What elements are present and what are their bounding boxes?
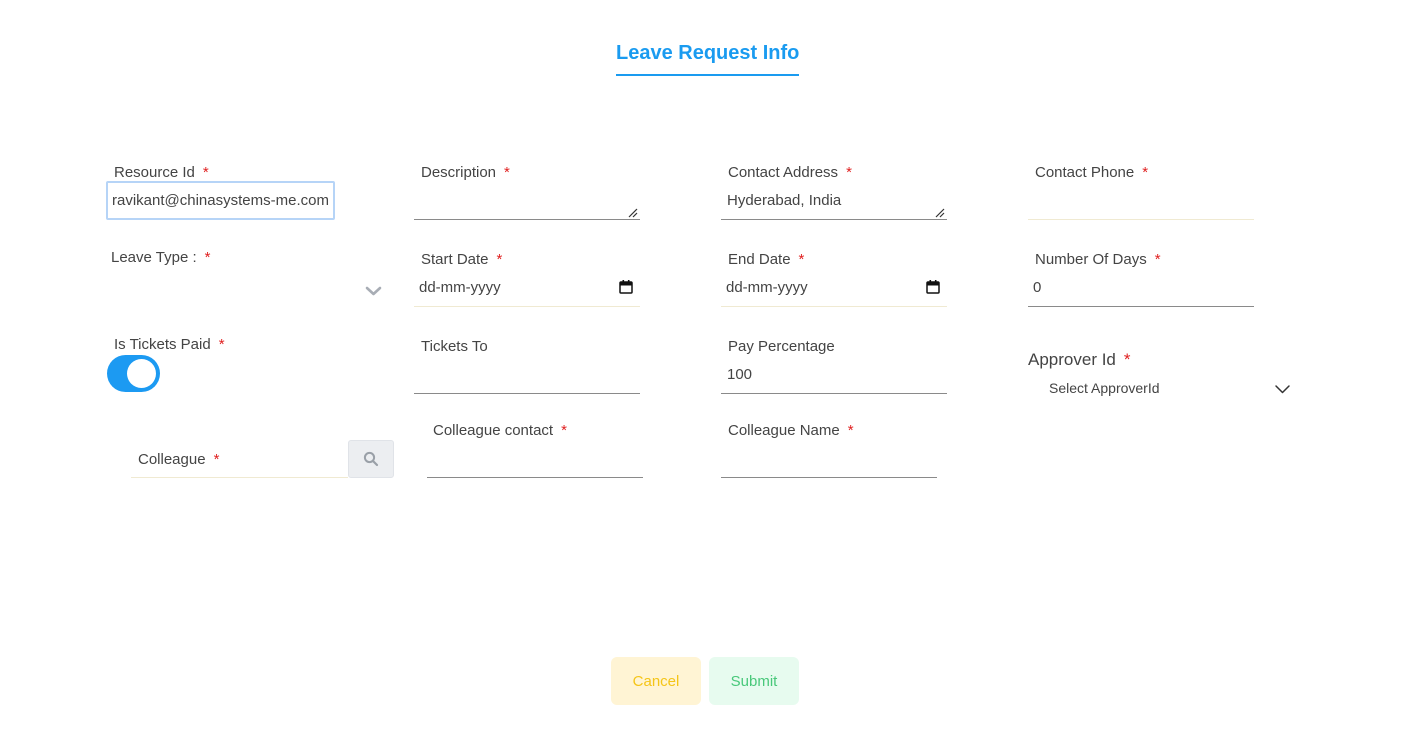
required-marker: * — [846, 164, 852, 181]
is-tickets-paid-toggle[interactable] — [107, 355, 160, 392]
required-marker: * — [496, 251, 503, 268]
chevron-down-icon[interactable] — [1274, 384, 1291, 395]
end-date-input[interactable]: dd-mm-yyyy — [726, 279, 808, 296]
approver-id-label: Approver Id * — [1028, 350, 1131, 369]
colleague-contact-label: Colleague contact * — [433, 422, 567, 439]
resource-id-value: ravikant@chinasystems-me.com — [112, 192, 329, 209]
calendar-icon[interactable] — [926, 280, 940, 294]
chevron-down-icon[interactable] — [365, 286, 382, 297]
colleague-input[interactable] — [131, 477, 348, 478]
pay-percentage-value[interactable]: 100 — [727, 366, 752, 383]
colleague-label: Colleague * — [138, 451, 220, 468]
description-label: Description * — [421, 164, 510, 181]
colleague-search-button[interactable] — [348, 440, 394, 478]
submit-button[interactable]: Submit — [709, 657, 799, 705]
leave-type-label: Leave Type : * — [111, 249, 211, 266]
resize-handle-icon[interactable] — [935, 208, 945, 218]
page-title: Leave Request Info — [616, 42, 800, 76]
required-marker: * — [561, 422, 567, 439]
required-marker: * — [504, 164, 510, 181]
contact-phone-input[interactable] — [1028, 219, 1254, 220]
start-date-underline — [414, 306, 640, 307]
number-of-days-value[interactable]: 0 — [1033, 279, 1041, 296]
resize-handle-icon[interactable] — [628, 208, 638, 218]
end-date-underline — [721, 306, 947, 307]
number-of-days-input[interactable] — [1028, 306, 1254, 307]
pay-percentage-label: Pay Percentage — [728, 338, 835, 355]
description-textarea[interactable] — [414, 219, 640, 220]
required-marker: * — [218, 336, 225, 353]
contact-phone-label: Contact Phone * — [1035, 164, 1149, 181]
cancel-button[interactable]: Cancel — [611, 657, 701, 705]
required-marker: * — [1142, 164, 1149, 181]
start-date-label: Start Date * — [421, 251, 503, 268]
required-marker: * — [213, 451, 220, 468]
required-marker: * — [1123, 350, 1131, 369]
tickets-to-input[interactable] — [414, 393, 640, 394]
colleague-contact-input[interactable] — [427, 477, 643, 478]
contact-address-textarea[interactable] — [721, 219, 947, 220]
pay-percentage-input[interactable] — [721, 393, 947, 394]
calendar-icon[interactable] — [619, 280, 633, 294]
approver-id-select[interactable]: Select ApproverId — [1049, 380, 1160, 396]
end-date-label: End Date * — [728, 251, 805, 268]
required-marker: * — [847, 422, 854, 439]
required-marker: * — [798, 251, 805, 268]
tickets-to-label: Tickets To — [421, 338, 488, 355]
required-marker: * — [204, 249, 211, 266]
colleague-name-input[interactable] — [721, 477, 937, 478]
is-tickets-paid-label: Is Tickets Paid * — [114, 336, 225, 353]
required-marker: * — [202, 164, 209, 181]
contact-address-value[interactable]: Hyderabad, India — [727, 192, 841, 209]
toggle-knob — [127, 359, 156, 388]
colleague-name-label: Colleague Name * — [728, 422, 854, 439]
contact-address-label: Contact Address * — [728, 164, 852, 181]
number-of-days-label: Number Of Days * — [1035, 251, 1161, 268]
search-icon — [363, 451, 379, 467]
required-marker: * — [1154, 251, 1161, 268]
start-date-input[interactable]: dd-mm-yyyy — [419, 279, 501, 296]
resource-id-label: Resource Id * — [114, 164, 209, 181]
